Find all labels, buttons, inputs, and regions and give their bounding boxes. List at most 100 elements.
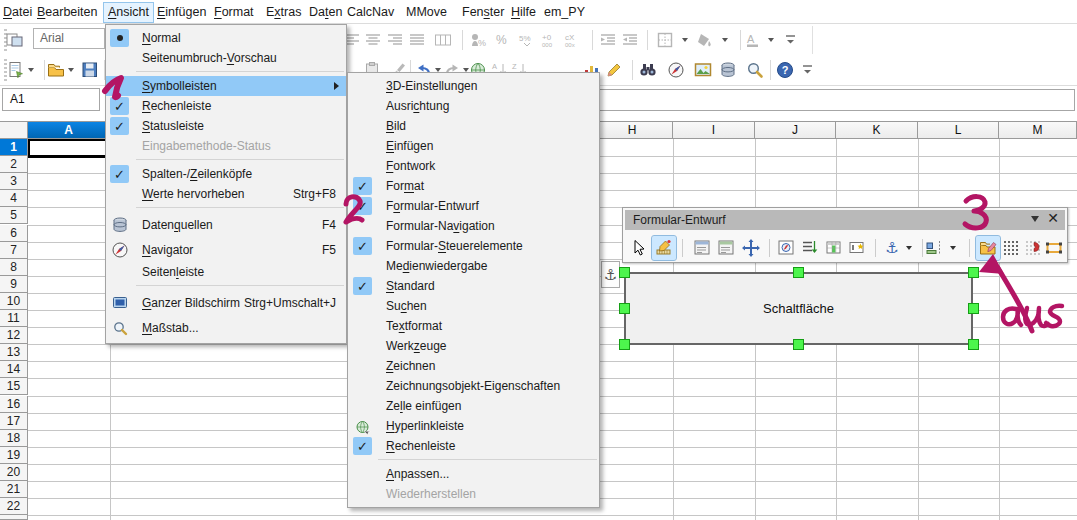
row-header-11[interactable]: 11: [0, 310, 28, 327]
toolbar-icon-toolbar-overflow-icon[interactable]: [778, 28, 802, 52]
row-header-23[interactable]: [0, 515, 28, 520]
submenu-item-einfügen[interactable]: Einfügen: [348, 136, 599, 156]
selection-handle-2[interactable]: [968, 267, 979, 278]
toolbar-icon-currency-format-icon[interactable]: %: [466, 28, 490, 52]
view-menu-item-symbolleisten[interactable]: Symbolleisten: [106, 76, 346, 96]
font-name-combo[interactable]: Arial: [33, 28, 105, 49]
toolbar-icon-caret-icon[interactable]: [19, 58, 43, 82]
view-menu-item-statusleiste[interactable]: ✓Statusleiste: [106, 116, 346, 136]
form-design-titlebar[interactable]: Formular-Entwurf: [625, 210, 1065, 230]
submenu-item-fontwork[interactable]: Fontwork: [348, 156, 599, 176]
column-row-corner[interactable]: [0, 121, 28, 139]
row-header-13[interactable]: 13: [0, 344, 28, 361]
name-box[interactable]: A1: [2, 88, 100, 111]
column-header-j[interactable]: J: [755, 121, 836, 139]
row-header-19[interactable]: 19: [0, 447, 28, 464]
anchor-caret-icon[interactable]: [906, 246, 912, 250]
view-menu-item-datenquellen[interactable]: DatenquellenF4: [106, 212, 346, 237]
row-header-14[interactable]: 14: [0, 361, 28, 378]
design-mode-on-off-button[interactable]: [976, 236, 1000, 260]
submenu-item-hyperlinkleiste[interactable]: Hyperlinkleiste: [348, 416, 599, 436]
automatic-control-focus-button[interactable]: [845, 236, 869, 260]
submenu-item-zeichnen[interactable]: Zeichnen: [348, 356, 599, 376]
submenu-item-suchen[interactable]: Suchen: [348, 296, 599, 316]
menubar-item-daten[interactable]: Daten: [305, 3, 346, 22]
toolbar-icon-add-decimal-icon[interactable]: +0000: [538, 28, 562, 52]
row-header-4[interactable]: 4: [0, 190, 28, 207]
submenu-item-formular-navigation[interactable]: Formular-Navigation: [348, 216, 599, 236]
toolbar-icon-align-center-icon[interactable]: [361, 28, 385, 52]
form-properties-button[interactable]: [714, 236, 738, 260]
toolbar-icon-merge-cells-icon[interactable]: [431, 28, 455, 52]
row-header-8[interactable]: 8: [0, 259, 28, 276]
row-header-10[interactable]: 10: [0, 293, 28, 310]
selected-cell-a1[interactable]: [28, 139, 110, 159]
row-header-3[interactable]: 3: [0, 173, 28, 190]
column-header-i[interactable]: I: [673, 121, 755, 139]
submenu-item-ausrichtung[interactable]: Ausrichtung: [348, 96, 599, 116]
anchor-button[interactable]: ⚓: [880, 236, 904, 260]
form-navigator-button[interactable]: [774, 236, 798, 260]
view-menu-item-seitenleiste[interactable]: Seitenleiste: [106, 262, 346, 282]
menubar-item-datei[interactable]: Datei: [0, 3, 36, 22]
toolbar-icon-percent-format-icon[interactable]: %: [491, 28, 515, 52]
view-menu-item-navigator[interactable]: NavigatorF5: [106, 237, 346, 262]
toolbar-icon-save-icon[interactable]: [78, 58, 102, 82]
column-header-a[interactable]: A: [28, 121, 110, 139]
submenu-item-werkzeuge[interactable]: Werkzeuge: [348, 336, 599, 356]
menubar-item-mmove[interactable]: MMove: [402, 3, 451, 22]
position-size-button[interactable]: [739, 236, 763, 260]
menubar-item-fenster[interactable]: Fenster: [458, 3, 508, 22]
submenu-item-rechenleiste[interactable]: ✓Rechenleiste: [348, 436, 599, 456]
menubar-item-ansicht[interactable]: Ansicht: [104, 3, 153, 22]
selection-handle-1[interactable]: [793, 267, 804, 278]
view-menu-item-normal[interactable]: Normal: [106, 28, 346, 48]
selection-handle-6[interactable]: [793, 339, 804, 350]
menubar-item-extras[interactable]: Extras: [262, 3, 305, 22]
view-menu-item-werte-hervorheben[interactable]: Werte hervorhebenStrg+F8: [106, 184, 346, 204]
row-header-12[interactable]: 12: [0, 327, 28, 344]
submenu-item-wiederherstellen[interactable]: Wiederherstellen: [348, 484, 599, 504]
view-menu-item-eingabemethode-status[interactable]: Eingabemethode-Status: [106, 136, 346, 156]
toolbar-icon-image-icon[interactable]: [691, 58, 715, 82]
toolbar-icon-align-right-icon[interactable]: [383, 28, 407, 52]
toolbar-icon-decrease-indent-icon[interactable]: [618, 28, 642, 52]
toolbar-icon-zoom-icon[interactable]: [743, 58, 767, 82]
display-grid-button[interactable]: [999, 236, 1023, 260]
toolbar-icon-navigator-icon[interactable]: [664, 58, 688, 82]
view-menu-item-ganzer-bildschirm[interactable]: Ganzer BildschirmStrg+Umschalt+J: [106, 290, 346, 315]
row-header-17[interactable]: 17: [0, 413, 28, 430]
menubar-item-bearbeiten[interactable]: Bearbeiten: [33, 3, 101, 22]
submenu-item-3d-einstellungen[interactable]: 3D-Einstellungen: [348, 76, 599, 96]
menubar-item-em-py[interactable]: em_PY: [540, 3, 589, 22]
toolbar-icon-draw-functions-icon[interactable]: [602, 58, 626, 82]
row-header-5[interactable]: 5: [0, 207, 28, 224]
row-header-15[interactable]: 15: [0, 378, 28, 395]
row-header-20[interactable]: 20: [0, 464, 28, 481]
submenu-item-zelle-einfügen[interactable]: Zelle einfügen: [348, 396, 599, 416]
submenu-item-anpassen-[interactable]: Anpassen...: [348, 464, 599, 484]
close-icon[interactable]: ✕: [1045, 210, 1061, 226]
row-header-9[interactable]: 9: [0, 276, 28, 293]
row-header-16[interactable]: 16: [0, 396, 28, 413]
activation-order-button[interactable]: [797, 236, 821, 260]
view-menu-item-maßstab-[interactable]: Maßstab...: [106, 315, 346, 340]
submenu-item-formular-steuerelemente[interactable]: ✓Formular-Steuerelemente: [348, 236, 599, 256]
row-header-1[interactable]: 1: [0, 139, 28, 156]
toolbar-icon-number-format-icon[interactable]: 5%: [515, 28, 539, 52]
view-menu-item-spalten-zeilenköpfe[interactable]: ✓Spalten-/Zeilenköpfe: [106, 164, 346, 184]
row-header-22[interactable]: 22: [0, 498, 28, 515]
toolbar-icon-caret-icon[interactable]: [713, 28, 737, 52]
add-field-button[interactable]: [822, 236, 846, 260]
row-header-2[interactable]: 2: [0, 156, 28, 173]
selection-handle-7[interactable]: [968, 339, 979, 350]
menubar-item-calcnav[interactable]: CalcNav: [343, 3, 398, 22]
control-properties-button[interactable]: [690, 236, 714, 260]
submenu-item-formular-entwurf[interactable]: ✓Formular-Entwurf: [348, 196, 599, 216]
view-menu-item-seitenumbruch-vorschau[interactable]: Seitenumbruch-Vorschau: [106, 48, 346, 68]
toolbar-icon-delete-decimal-icon[interactable]: cX00x: [561, 28, 585, 52]
row-header-21[interactable]: 21: [0, 481, 28, 498]
selection-handle-5[interactable]: [619, 339, 630, 350]
row-header-7[interactable]: 7: [0, 242, 28, 259]
form-push-button[interactable]: Schaltfläche: [624, 272, 973, 345]
